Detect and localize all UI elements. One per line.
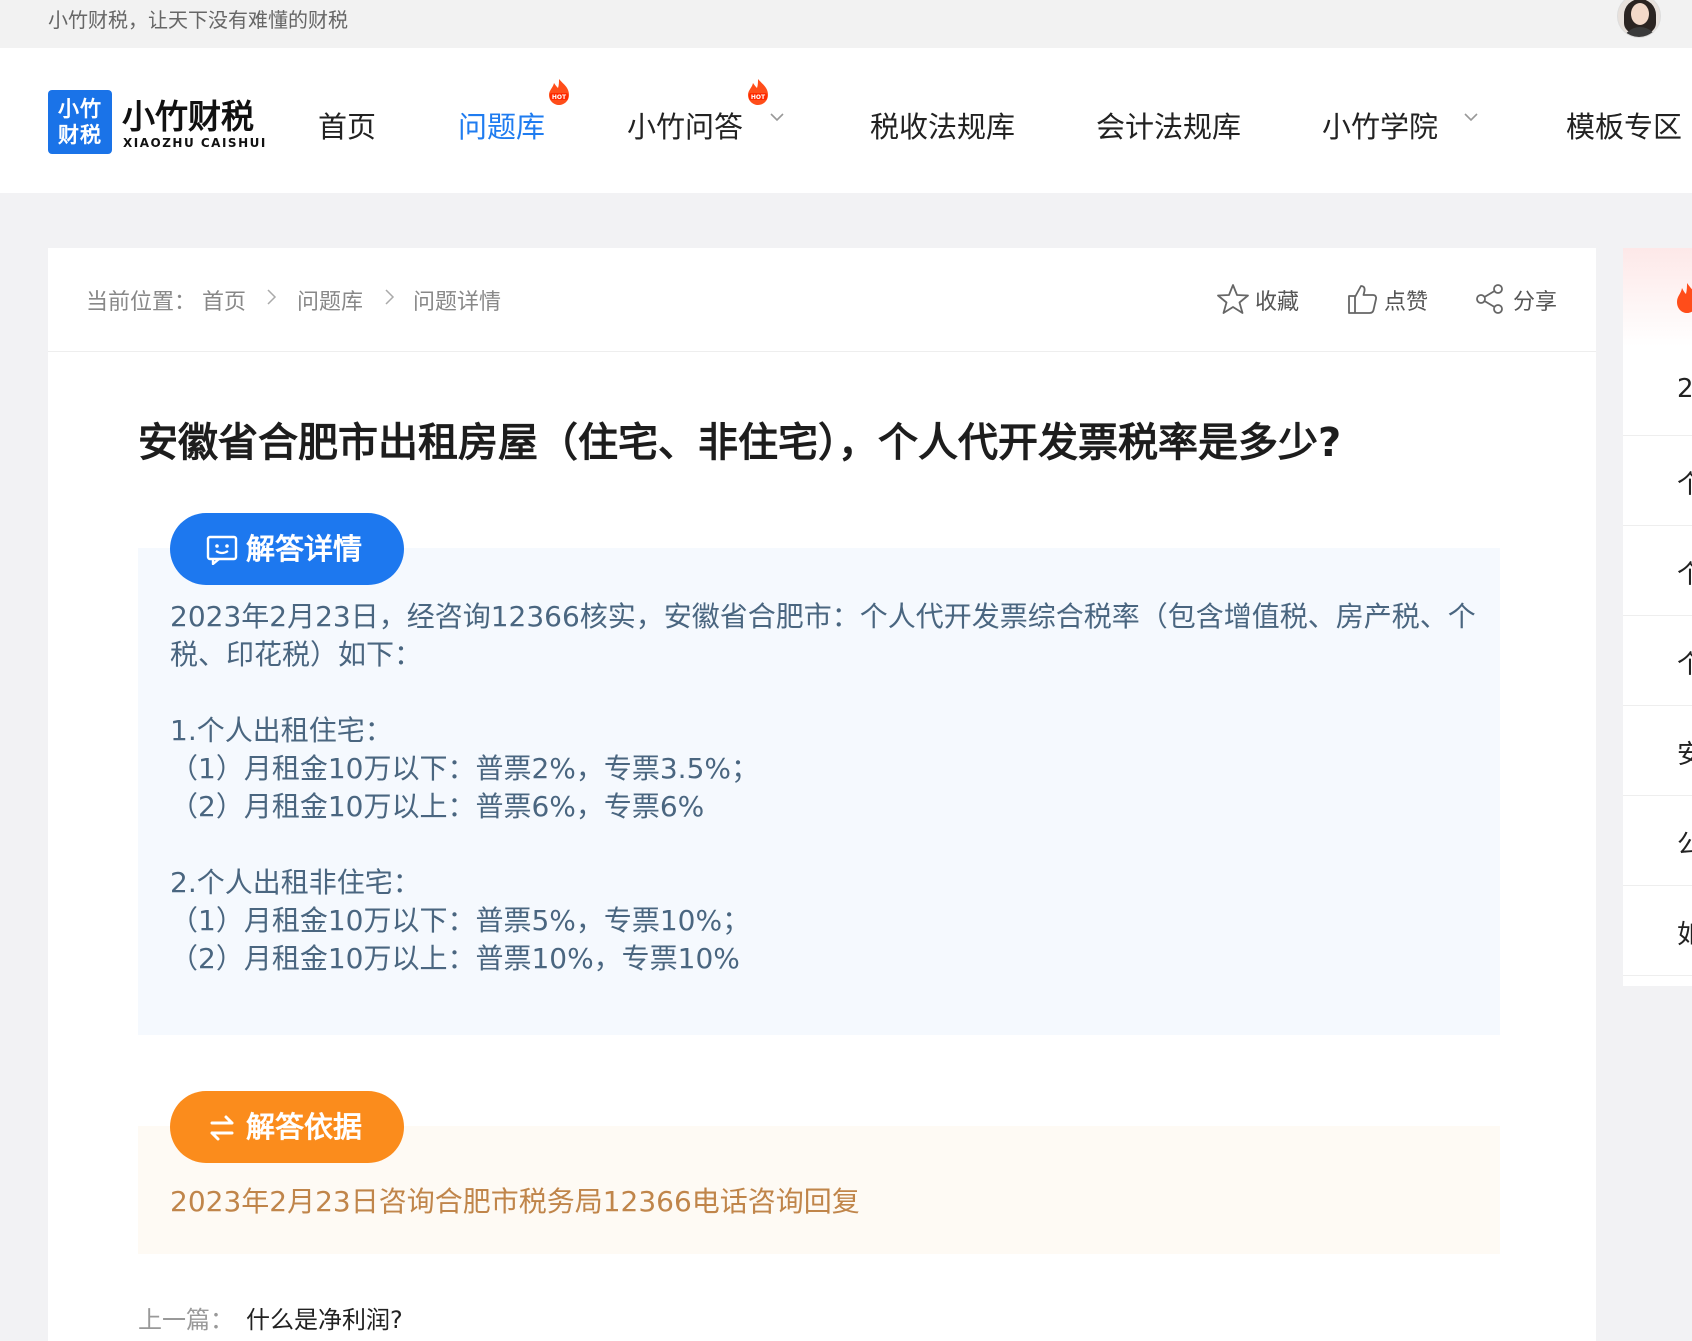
- chevron-right-icon: [385, 289, 395, 305]
- sidebar-item[interactable]: 安: [1623, 706, 1692, 796]
- breadcrumb-current: 问题详情: [413, 290, 502, 315]
- chevron-down-icon[interactable]: [770, 110, 784, 124]
- share-icon[interactable]: [1473, 282, 1507, 316]
- hot-badge-icon: HOT: [549, 79, 569, 105]
- favorite-button[interactable]: 收藏: [1255, 284, 1299, 316]
- answer-paragraph: [170, 674, 1500, 712]
- answer-basis-label: 解答依据: [246, 1110, 363, 1144]
- star-icon[interactable]: [1216, 282, 1250, 316]
- answer-content: 2023年2月23日，经咨询12366核实，安徽省合肥市：个人代开发票综合税率（…: [170, 598, 1500, 978]
- prev-article-label: 上一篇：: [138, 1306, 234, 1334]
- hot-questions-sidebar: 2 个 个 个 安 公 如: [1623, 248, 1692, 986]
- nav-item-home[interactable]: 首页: [318, 104, 376, 146]
- site-logo[interactable]: 小竹 财税 小竹财税 XIAOZHU CAISHUI: [48, 90, 265, 154]
- nav-item-accounting-law[interactable]: 会计法规库: [1096, 104, 1241, 146]
- answer-paragraph: [170, 826, 1500, 864]
- nav-item-academy[interactable]: 小竹学院: [1322, 104, 1438, 146]
- answer-paragraph: 2.个人出租非住宅：: [170, 866, 421, 899]
- answer-paragraph: （1）月租金10万以下：普票2%，专票3.5%；: [170, 752, 759, 785]
- prev-article-link[interactable]: 什么是净利润?: [246, 1300, 403, 1335]
- site-slogan: 小竹财税，让天下没有难懂的财税: [48, 8, 348, 32]
- sidebar-header: [1623, 248, 1692, 346]
- flame-icon: [1677, 283, 1692, 313]
- logo-mark: 小竹 财税: [48, 90, 112, 154]
- swap-icon: [210, 1115, 234, 1141]
- sidebar-item[interactable]: 公: [1623, 796, 1692, 886]
- answer-paragraph: （2）月租金10万以上：普票6%，专票6%: [170, 790, 705, 823]
- answer-paragraph: 1.个人出租住宅：: [170, 714, 393, 747]
- breadcrumb-prefix: 当前位置：: [86, 290, 197, 315]
- breadcrumb-question-bank[interactable]: 问题库: [297, 284, 363, 316]
- question-title: 安徽省合肥市出租房屋（住宅、非住宅），个人代开发票税率是多少?: [138, 420, 1342, 466]
- sidebar-item[interactable]: 个: [1623, 616, 1692, 706]
- user-avatar[interactable]: [1617, 0, 1661, 38]
- hot-badge-icon: HOT: [748, 79, 768, 105]
- answer-paragraph: （2）月租金10万以上：普票10%，专票10%: [170, 942, 740, 975]
- nav-item-qa[interactable]: 小竹问答: [627, 104, 743, 146]
- nav-item-templates[interactable]: 模板专区: [1566, 104, 1682, 146]
- question-detail-card: 当前位置： 首页 问题库 问题详情 收藏 点赞 分享 安徽省合肥市出租房屋（住宅…: [48, 248, 1596, 1341]
- answer-detail-tab: 解答详情: [170, 513, 404, 585]
- chevron-down-icon[interactable]: [1464, 110, 1478, 124]
- svg-text:HOT: HOT: [552, 94, 567, 101]
- chevron-right-icon: [267, 289, 277, 305]
- nav-item-question-bank[interactable]: 问题库: [458, 104, 545, 146]
- share-button[interactable]: 分享: [1513, 284, 1557, 316]
- answer-detail-label: 解答详情: [246, 532, 363, 566]
- sidebar-item[interactable]: 2: [1623, 346, 1692, 436]
- answer-basis-tab: 解答依据: [170, 1091, 404, 1163]
- sidebar-item[interactable]: 个: [1623, 526, 1692, 616]
- logo-name-en: XIAOZHU CAISHUI: [123, 136, 267, 150]
- thumbs-up-icon[interactable]: [1345, 282, 1379, 316]
- answer-basis-text: 2023年2月23日咨询合肥市税务局12366电话咨询回复: [170, 1185, 860, 1218]
- breadcrumb-home[interactable]: 首页: [202, 284, 246, 316]
- sidebar-item[interactable]: 如: [1623, 886, 1692, 976]
- answer-paragraph: （1）月租金10万以下：普票5%，专票10%；: [170, 904, 751, 937]
- answer-paragraph: 2023年2月23日，经咨询12366核实，安徽省合肥市：个人代开发票综合税率（…: [170, 600, 1476, 671]
- logo-name: 小竹财税: [122, 97, 254, 136]
- breadcrumb-bar: 当前位置： 首页 问题库 问题详情 收藏 点赞 分享: [48, 248, 1596, 352]
- like-button[interactable]: 点赞: [1384, 284, 1428, 316]
- svg-text:HOT: HOT: [751, 94, 766, 101]
- chat-icon: [206, 535, 238, 565]
- main-nav: 小竹 财税 小竹财税 XIAOZHU CAISHUI 首页 问题库 HOT 小竹…: [0, 48, 1692, 193]
- top-strip: 小竹财税，让天下没有难懂的财税: [0, 0, 1692, 48]
- nav-item-tax-law[interactable]: 税收法规库: [870, 104, 1015, 146]
- sidebar-item[interactable]: 个: [1623, 436, 1692, 526]
